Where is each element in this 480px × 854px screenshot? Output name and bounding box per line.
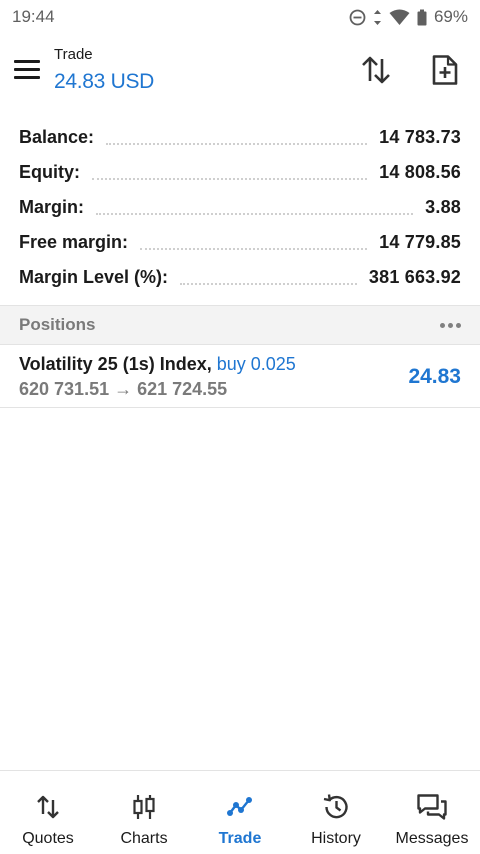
page-title: Trade <box>54 46 93 63</box>
status-icons: 69% <box>349 7 468 27</box>
summary-value: 381 663.92 <box>368 267 461 287</box>
trade-icon <box>227 797 252 816</box>
menu-icon[interactable] <box>14 60 40 80</box>
wifi-icon <box>389 9 410 25</box>
leader-dots <box>180 282 357 285</box>
summary-value: 14 783.73 <box>379 127 461 147</box>
position-row[interactable]: Volatility 25 (1s) Index, buy 0.025 620 … <box>0 346 480 408</box>
summary-label: Margin: <box>19 197 84 217</box>
nav-messages[interactable]: Messages <box>384 771 480 854</box>
messages-icon <box>417 794 447 820</box>
summary-row-equity: Equity: 14 808.56 <box>0 155 480 190</box>
charts-icon <box>133 795 155 819</box>
summary-row-balance: Balance: 14 783.73 <box>0 120 480 155</box>
summary-label: Margin Level (%): <box>19 267 169 287</box>
summary-value: 14 779.85 <box>379 232 461 252</box>
battery-percent: 69% <box>433 7 468 26</box>
app-header: Trade 24.83 USD <box>0 34 480 106</box>
summary-label: Equity: <box>19 162 80 182</box>
position-title: Volatility 25 (1s) Index, buy 0.025 <box>19 354 296 375</box>
summary-row-free-margin: Free margin: 14 779.85 <box>0 225 480 260</box>
nav-label: History <box>311 830 361 847</box>
status-bar: 19:44 69% <box>0 0 480 34</box>
nav-label: Charts <box>120 830 168 847</box>
nav-history[interactable]: History <box>288 771 384 854</box>
positions-title: Positions <box>19 315 96 334</box>
position-symbol: Volatility 25 (1s) Index, <box>19 354 212 374</box>
position-prices: 620 731.51 → 621 724.55 <box>19 379 228 399</box>
leader-dots <box>96 212 414 215</box>
sort-icon[interactable] <box>360 54 392 86</box>
more-icon[interactable] <box>440 317 461 334</box>
summary-row-margin: Margin: 3.88 <box>0 190 480 225</box>
nav-label: Trade <box>218 830 262 847</box>
nav-charts[interactable]: Charts <box>96 771 192 854</box>
status-time: 19:44 <box>12 7 55 26</box>
leader-dots <box>106 142 368 145</box>
data-arrows-icon <box>373 9 381 25</box>
leader-dots <box>140 247 368 250</box>
summary-row-margin-level: Margin Level (%): 381 663.92 <box>0 260 480 295</box>
battery-icon <box>417 9 427 25</box>
history-icon <box>323 794 348 819</box>
quotes-icon <box>37 795 59 819</box>
summary-label: Balance: <box>19 127 95 147</box>
summary-value: 14 808.56 <box>379 162 461 182</box>
position-side: buy 0.025 <box>216 354 296 374</box>
nav-label: Quotes <box>22 830 74 847</box>
summary-value: 3.88 <box>425 197 461 217</box>
bottom-nav: Quotes Charts Trade History Messages <box>0 770 480 854</box>
position-profit: 24.83 <box>408 365 461 388</box>
nav-trade[interactable]: Trade <box>192 771 288 854</box>
dnd-icon <box>349 9 366 25</box>
nav-quotes[interactable]: Quotes <box>0 771 96 854</box>
positions-header: Positions <box>0 305 480 345</box>
new-order-icon[interactable] <box>429 54 461 86</box>
account-summary: Balance: 14 783.73 Equity: 14 808.56 Mar… <box>0 120 480 295</box>
leader-dots <box>92 177 368 180</box>
header-profit: 24.83 USD <box>54 70 155 93</box>
nav-label: Messages <box>395 830 469 847</box>
summary-label: Free margin: <box>19 232 129 252</box>
